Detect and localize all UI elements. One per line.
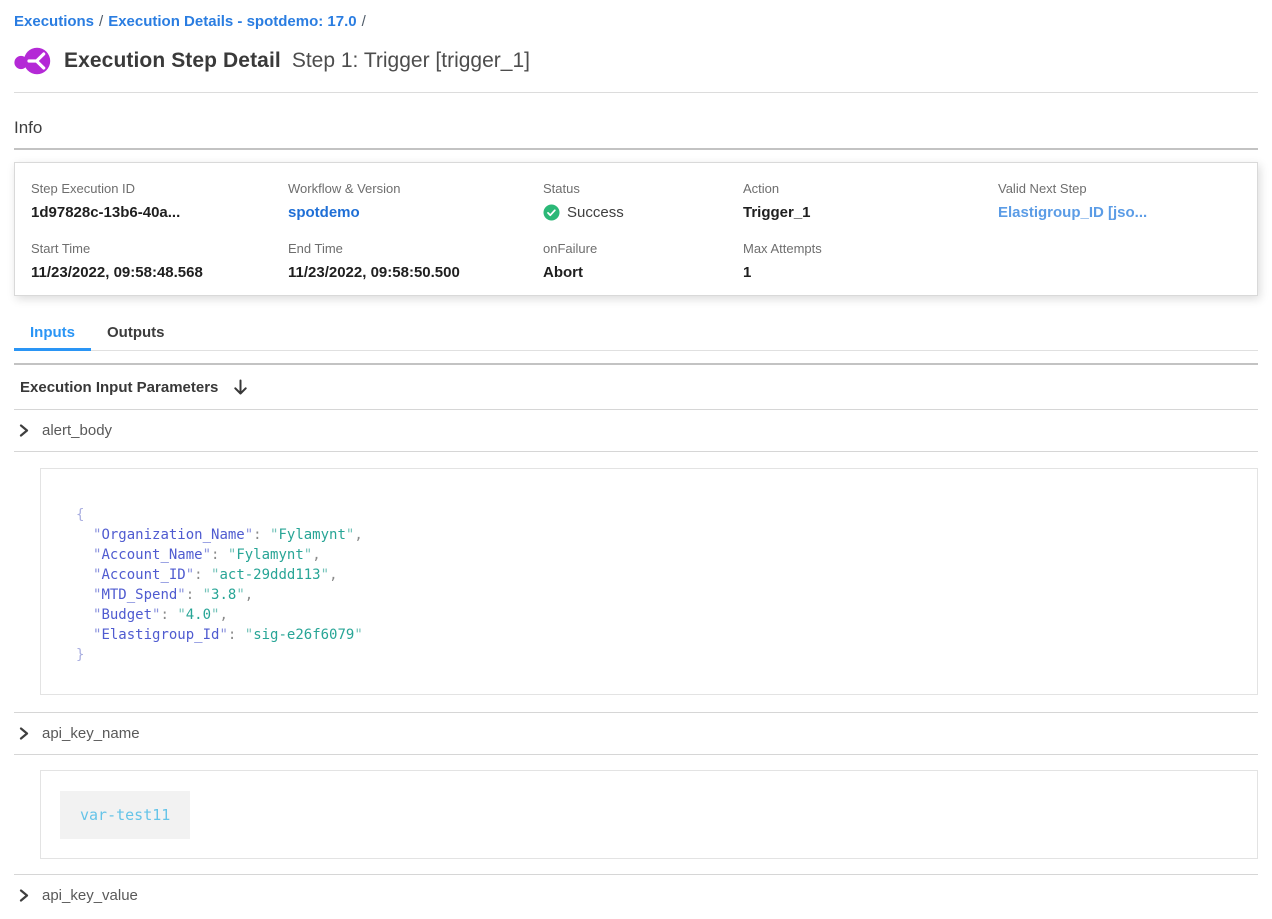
status-badge: Success xyxy=(543,204,743,221)
json-code: {"Organization_Name": "Fylamynt","Accoun… xyxy=(76,505,1237,665)
code-line: "Account_ID": "act-29ddd113", xyxy=(76,565,1237,585)
param-name: api_key_value xyxy=(42,887,138,904)
field-workflow-version: Workflow & Version spotdemo xyxy=(288,181,543,221)
api-key-name-value-box: var-test11 xyxy=(40,770,1258,859)
page-title: Execution Step Detail xyxy=(64,49,281,73)
chevron-right-icon xyxy=(19,727,31,740)
info-section-heading: Info xyxy=(14,118,1258,138)
api-key-name-value-chip: var-test11 xyxy=(60,791,190,839)
page-subtitle: Step 1: Trigger [trigger_1] xyxy=(292,49,530,73)
param-name: alert_body xyxy=(42,422,112,439)
param-name: api_key_name xyxy=(42,725,140,742)
breadcrumb-execution-details-link[interactable]: Execution Details - spotdemo: 17.0 xyxy=(108,13,356,30)
field-action: Action Trigger_1 xyxy=(743,181,998,221)
field-onfailure: onFailure Abort xyxy=(543,241,743,281)
field-value: 11/23/2022, 09:58:48.568 xyxy=(31,264,288,281)
code-line: { xyxy=(76,505,1237,525)
page-title-row: Execution Step Detail Step 1: Trigger [t… xyxy=(14,43,1258,79)
info-card: Step Execution ID 1d97828c-13b6-40a... W… xyxy=(14,162,1258,296)
field-max-attempts: Max Attempts 1 xyxy=(743,241,998,281)
field-label: Action xyxy=(743,181,998,196)
field-label: Workflow & Version xyxy=(288,181,543,196)
chevron-right-icon xyxy=(19,889,31,902)
code-line: "Organization_Name": "Fylamynt", xyxy=(76,525,1237,545)
field-start-time: Start Time 11/23/2022, 09:58:48.568 xyxy=(31,241,288,281)
tab-inputs[interactable]: Inputs xyxy=(14,316,91,350)
field-value: Abort xyxy=(543,264,743,281)
field-label: End Time xyxy=(288,241,543,256)
code-line: "Elastigroup_Id": "sig-e26f6079" xyxy=(76,625,1237,645)
code-line: "Account_Name": "Fylamynt", xyxy=(76,545,1237,565)
code-line: "MTD_Spend": "3.8", xyxy=(76,585,1237,605)
workflow-link[interactable]: spotdemo xyxy=(288,204,543,221)
field-step-execution-id: Step Execution ID 1d97828c-13b6-40a... xyxy=(31,181,288,221)
success-check-icon xyxy=(543,204,560,221)
valid-next-step-link[interactable]: Elastigroup_ID [jso... xyxy=(998,204,1257,221)
breadcrumb: Executions/Execution Details - spotdemo:… xyxy=(0,0,1272,30)
collapse-all-arrow-down-icon[interactable] xyxy=(233,379,248,396)
param-divider xyxy=(14,451,1258,452)
breadcrumb-trailing-separator: / xyxy=(357,13,371,30)
field-value: Trigger_1 xyxy=(743,204,998,221)
param-row-alert-body[interactable]: alert_body xyxy=(14,410,1258,451)
tab-outputs[interactable]: Outputs xyxy=(91,316,181,350)
field-status: Status Success xyxy=(543,181,743,221)
field-label: Start Time xyxy=(31,241,288,256)
breadcrumb-executions-link[interactable]: Executions xyxy=(14,13,94,30)
info-grid: Step Execution ID 1d97828c-13b6-40a... W… xyxy=(31,181,1257,281)
code-line: } xyxy=(76,645,1237,665)
field-value: 11/23/2022, 09:58:50.500 xyxy=(288,264,543,281)
tab-bar: Inputs Outputs xyxy=(14,316,1258,351)
param-row-api-key-value[interactable]: api_key_value xyxy=(14,875,1258,916)
field-valid-next-step: Valid Next Step Elastigroup_ID [jso... xyxy=(998,181,1257,221)
code-line: "Budget": "4.0", xyxy=(76,605,1237,625)
field-value: 1d97828c-13b6-40a... xyxy=(31,204,288,221)
param-divider xyxy=(14,754,1258,755)
execution-step-detail-page: Executions/Execution Details - spotdemo:… xyxy=(0,0,1272,919)
param-row-api-key-name[interactable]: api_key_name xyxy=(14,713,1258,754)
title-divider xyxy=(14,92,1258,93)
field-label: Valid Next Step xyxy=(998,181,1257,196)
field-end-time: End Time 11/23/2022, 09:58:50.500 xyxy=(288,241,543,281)
execution-input-parameters-header: Execution Input Parameters xyxy=(14,365,1258,409)
field-label: Max Attempts xyxy=(743,241,998,256)
alert-body-json-viewer: {"Organization_Name": "Fylamynt","Accoun… xyxy=(40,468,1258,695)
field-value: 1 xyxy=(743,264,998,281)
field-label: Step Execution ID xyxy=(31,181,288,196)
fylamynt-logo-icon xyxy=(14,44,51,78)
field-label: Status xyxy=(543,181,743,196)
info-heading-divider xyxy=(14,148,1258,150)
breadcrumb-separator: / xyxy=(94,13,108,30)
field-label: onFailure xyxy=(543,241,743,256)
status-text: Success xyxy=(567,204,624,221)
section-title: Execution Input Parameters xyxy=(20,379,218,396)
chevron-right-icon xyxy=(19,424,31,437)
